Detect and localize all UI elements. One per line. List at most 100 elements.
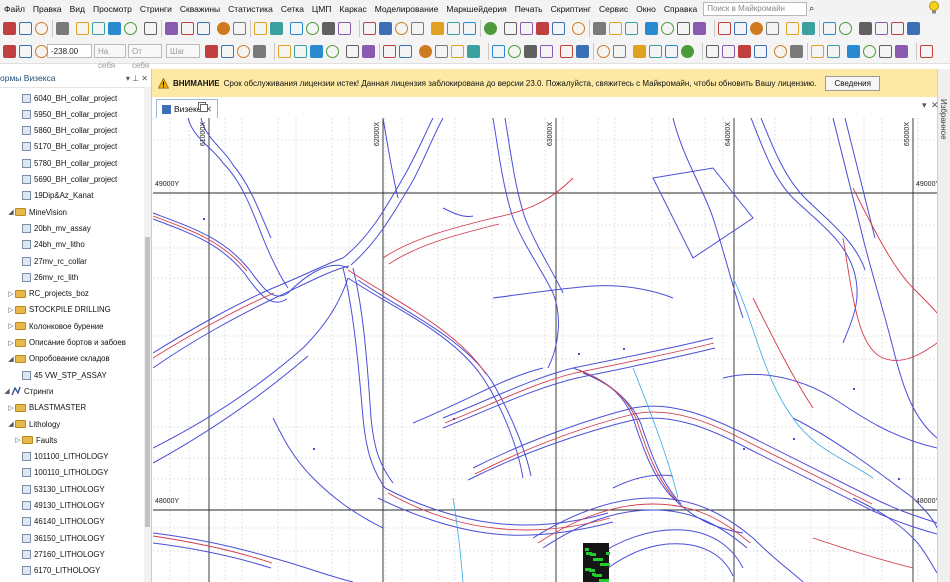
- pan-tool-icon[interactable]: [895, 45, 908, 58]
- snap-tool-icon[interactable]: [463, 22, 476, 35]
- tree-item[interactable]: 45 VW_STP_ASSAY: [14, 367, 107, 383]
- tree-item[interactable]: 5690_BH_collar_project: [14, 172, 117, 188]
- edit-tool-icon[interactable]: [786, 22, 799, 35]
- edit-tool-icon[interactable]: [217, 22, 230, 35]
- collapse-icon[interactable]: ◢: [7, 420, 15, 428]
- tree-item[interactable]: ▷ STOCKPILE DRILLING: [7, 302, 110, 318]
- select-tool-icon[interactable]: [576, 45, 589, 58]
- layers-tool-icon[interactable]: [847, 45, 860, 58]
- menu-item-10[interactable]: Моделирование: [371, 4, 443, 14]
- open-tool-icon[interactable]: [859, 22, 872, 35]
- pan-tool-icon[interactable]: [326, 45, 339, 58]
- menu-item-5[interactable]: Скважины: [176, 4, 224, 14]
- measure-tool-icon[interactable]: [718, 22, 731, 35]
- open-tool-icon[interactable]: [572, 22, 585, 35]
- draw-tool-icon[interactable]: [484, 22, 497, 35]
- redo-tool-icon[interactable]: [56, 22, 69, 35]
- undo-tool-icon[interactable]: [891, 22, 904, 35]
- collapse-icon[interactable]: ◢: [7, 355, 15, 363]
- grid-tool-icon[interactable]: [734, 22, 747, 35]
- tree-item[interactable]: 5170_BH_collar_project: [14, 139, 117, 155]
- tree-item[interactable]: 53130_LITHOLOGY: [14, 481, 105, 497]
- search-icon[interactable]: ⌕: [809, 3, 814, 14]
- redo-tool-icon[interactable]: [625, 22, 638, 35]
- open-tool-icon[interactable]: [3, 45, 16, 58]
- search-input[interactable]: Поиск в Майкромайн (Ctrl+Q): [703, 1, 808, 25]
- zoom-tool-icon[interactable]: [597, 45, 610, 58]
- filter-tool-icon[interactable]: [520, 22, 533, 35]
- menu-item-15[interactable]: Окно: [632, 4, 660, 14]
- open-tool-icon[interactable]: [774, 45, 787, 58]
- scrollbar-thumb[interactable]: [145, 237, 150, 527]
- undo-tool-icon[interactable]: [35, 22, 48, 35]
- restore-icon[interactable]: [198, 102, 208, 112]
- tree-item[interactable]: 49130_LITHOLOGY: [14, 498, 105, 514]
- measure-tool-icon[interactable]: [633, 45, 646, 58]
- tree-item[interactable]: 27160_LITHOLOGY: [14, 546, 105, 562]
- filter-tool-icon[interactable]: [435, 45, 448, 58]
- select-tool-icon[interactable]: [661, 22, 674, 35]
- bulb-icon[interactable]: [928, 1, 940, 15]
- pan-tool-icon[interactable]: [693, 22, 706, 35]
- save-tool-icon[interactable]: [790, 45, 803, 58]
- settings-tool-icon[interactable]: [839, 22, 852, 35]
- panel-scrollbar[interactable]: [144, 87, 151, 582]
- menu-item-1[interactable]: Правка: [29, 4, 66, 14]
- select-tool-icon[interactable]: [863, 45, 876, 58]
- measure-tool-icon[interactable]: [346, 45, 359, 58]
- save-tool-icon[interactable]: [508, 45, 521, 58]
- on-self-field[interactable]: На себя: [94, 44, 126, 70]
- tree-item[interactable]: ◢ Lithology: [7, 416, 60, 432]
- select-tool-icon[interactable]: [92, 22, 105, 35]
- zoom-tool-icon[interactable]: [677, 22, 690, 35]
- save-tool-icon[interactable]: [593, 22, 606, 35]
- settings-tool-icon[interactable]: [467, 45, 480, 58]
- layers-tool-icon[interactable]: [278, 45, 291, 58]
- menu-item-11[interactable]: Маркшейдерия: [442, 4, 510, 14]
- pan-tool-icon[interactable]: [124, 22, 137, 35]
- zoom-tool-icon[interactable]: [879, 45, 892, 58]
- zoom-tool-icon[interactable]: [310, 45, 323, 58]
- from-self-field[interactable]: От себя: [128, 44, 162, 70]
- tree-item[interactable]: ◢ Стринги: [3, 383, 53, 399]
- pan-tool-icon[interactable]: [411, 22, 424, 35]
- elevation-field[interactable]: -238.00: [47, 44, 92, 58]
- close-icon[interactable]: ✕: [141, 74, 148, 83]
- redo-tool-icon[interactable]: [338, 22, 351, 35]
- menu-item-14[interactable]: Сервис: [595, 4, 632, 14]
- measure-tool-icon[interactable]: [920, 45, 933, 58]
- favorites-strip[interactable]: Избранное: [937, 69, 950, 582]
- redo-tool-icon[interactable]: [827, 45, 840, 58]
- layers-tool-icon[interactable]: [363, 22, 376, 35]
- chart-tool-icon[interactable]: [738, 45, 751, 58]
- tree-item[interactable]: ▷ BLASTMASTER: [7, 400, 86, 416]
- vizex-map-canvas[interactable]: 61000X 62000X 63000X 64000X 65000X 49000Y 4900…: [153, 118, 937, 582]
- open-tool-icon[interactable]: [205, 45, 218, 58]
- save-tool-icon[interactable]: [19, 22, 32, 35]
- menu-item-13[interactable]: Скриптинг: [547, 4, 595, 14]
- chart-tool-icon[interactable]: [823, 22, 836, 35]
- tree-item[interactable]: ▷ RC_projects_boz: [7, 286, 89, 302]
- snap-tool-icon[interactable]: [750, 22, 763, 35]
- tree-item[interactable]: 5860_BH_collar_project: [14, 123, 117, 139]
- tree-item[interactable]: 27mv_rc_collar: [14, 253, 87, 269]
- tree-item[interactable]: 5780_BH_collar_project: [14, 155, 117, 171]
- redo-tool-icon[interactable]: [907, 22, 920, 35]
- expand-icon[interactable]: ▷: [7, 306, 15, 314]
- measure-tool-icon[interactable]: [431, 22, 444, 35]
- menu-item-9[interactable]: Каркас: [335, 4, 370, 14]
- tree-item[interactable]: 6040_BH_collar_project: [14, 90, 117, 106]
- menu-item-2[interactable]: Вид: [66, 4, 89, 14]
- settings-tool-icon[interactable]: [270, 22, 283, 35]
- tree-item[interactable]: 100110_LITHOLOGY: [14, 465, 108, 481]
- tree-item[interactable]: 36150_LITHOLOGY: [14, 530, 105, 546]
- undo-tool-icon[interactable]: [811, 45, 824, 58]
- tree-item[interactable]: ◢ Опробование складов: [7, 351, 109, 367]
- grid-tool-icon[interactable]: [649, 45, 662, 58]
- menu-item-7[interactable]: Сетка: [277, 4, 308, 14]
- step-field[interactable]: Шаг: [166, 44, 200, 58]
- edit-tool-icon[interactable]: [706, 45, 719, 58]
- save-tool-icon[interactable]: [221, 45, 234, 58]
- menu-item-12[interactable]: Печать: [511, 4, 547, 14]
- filter-tool-icon[interactable]: [233, 22, 246, 35]
